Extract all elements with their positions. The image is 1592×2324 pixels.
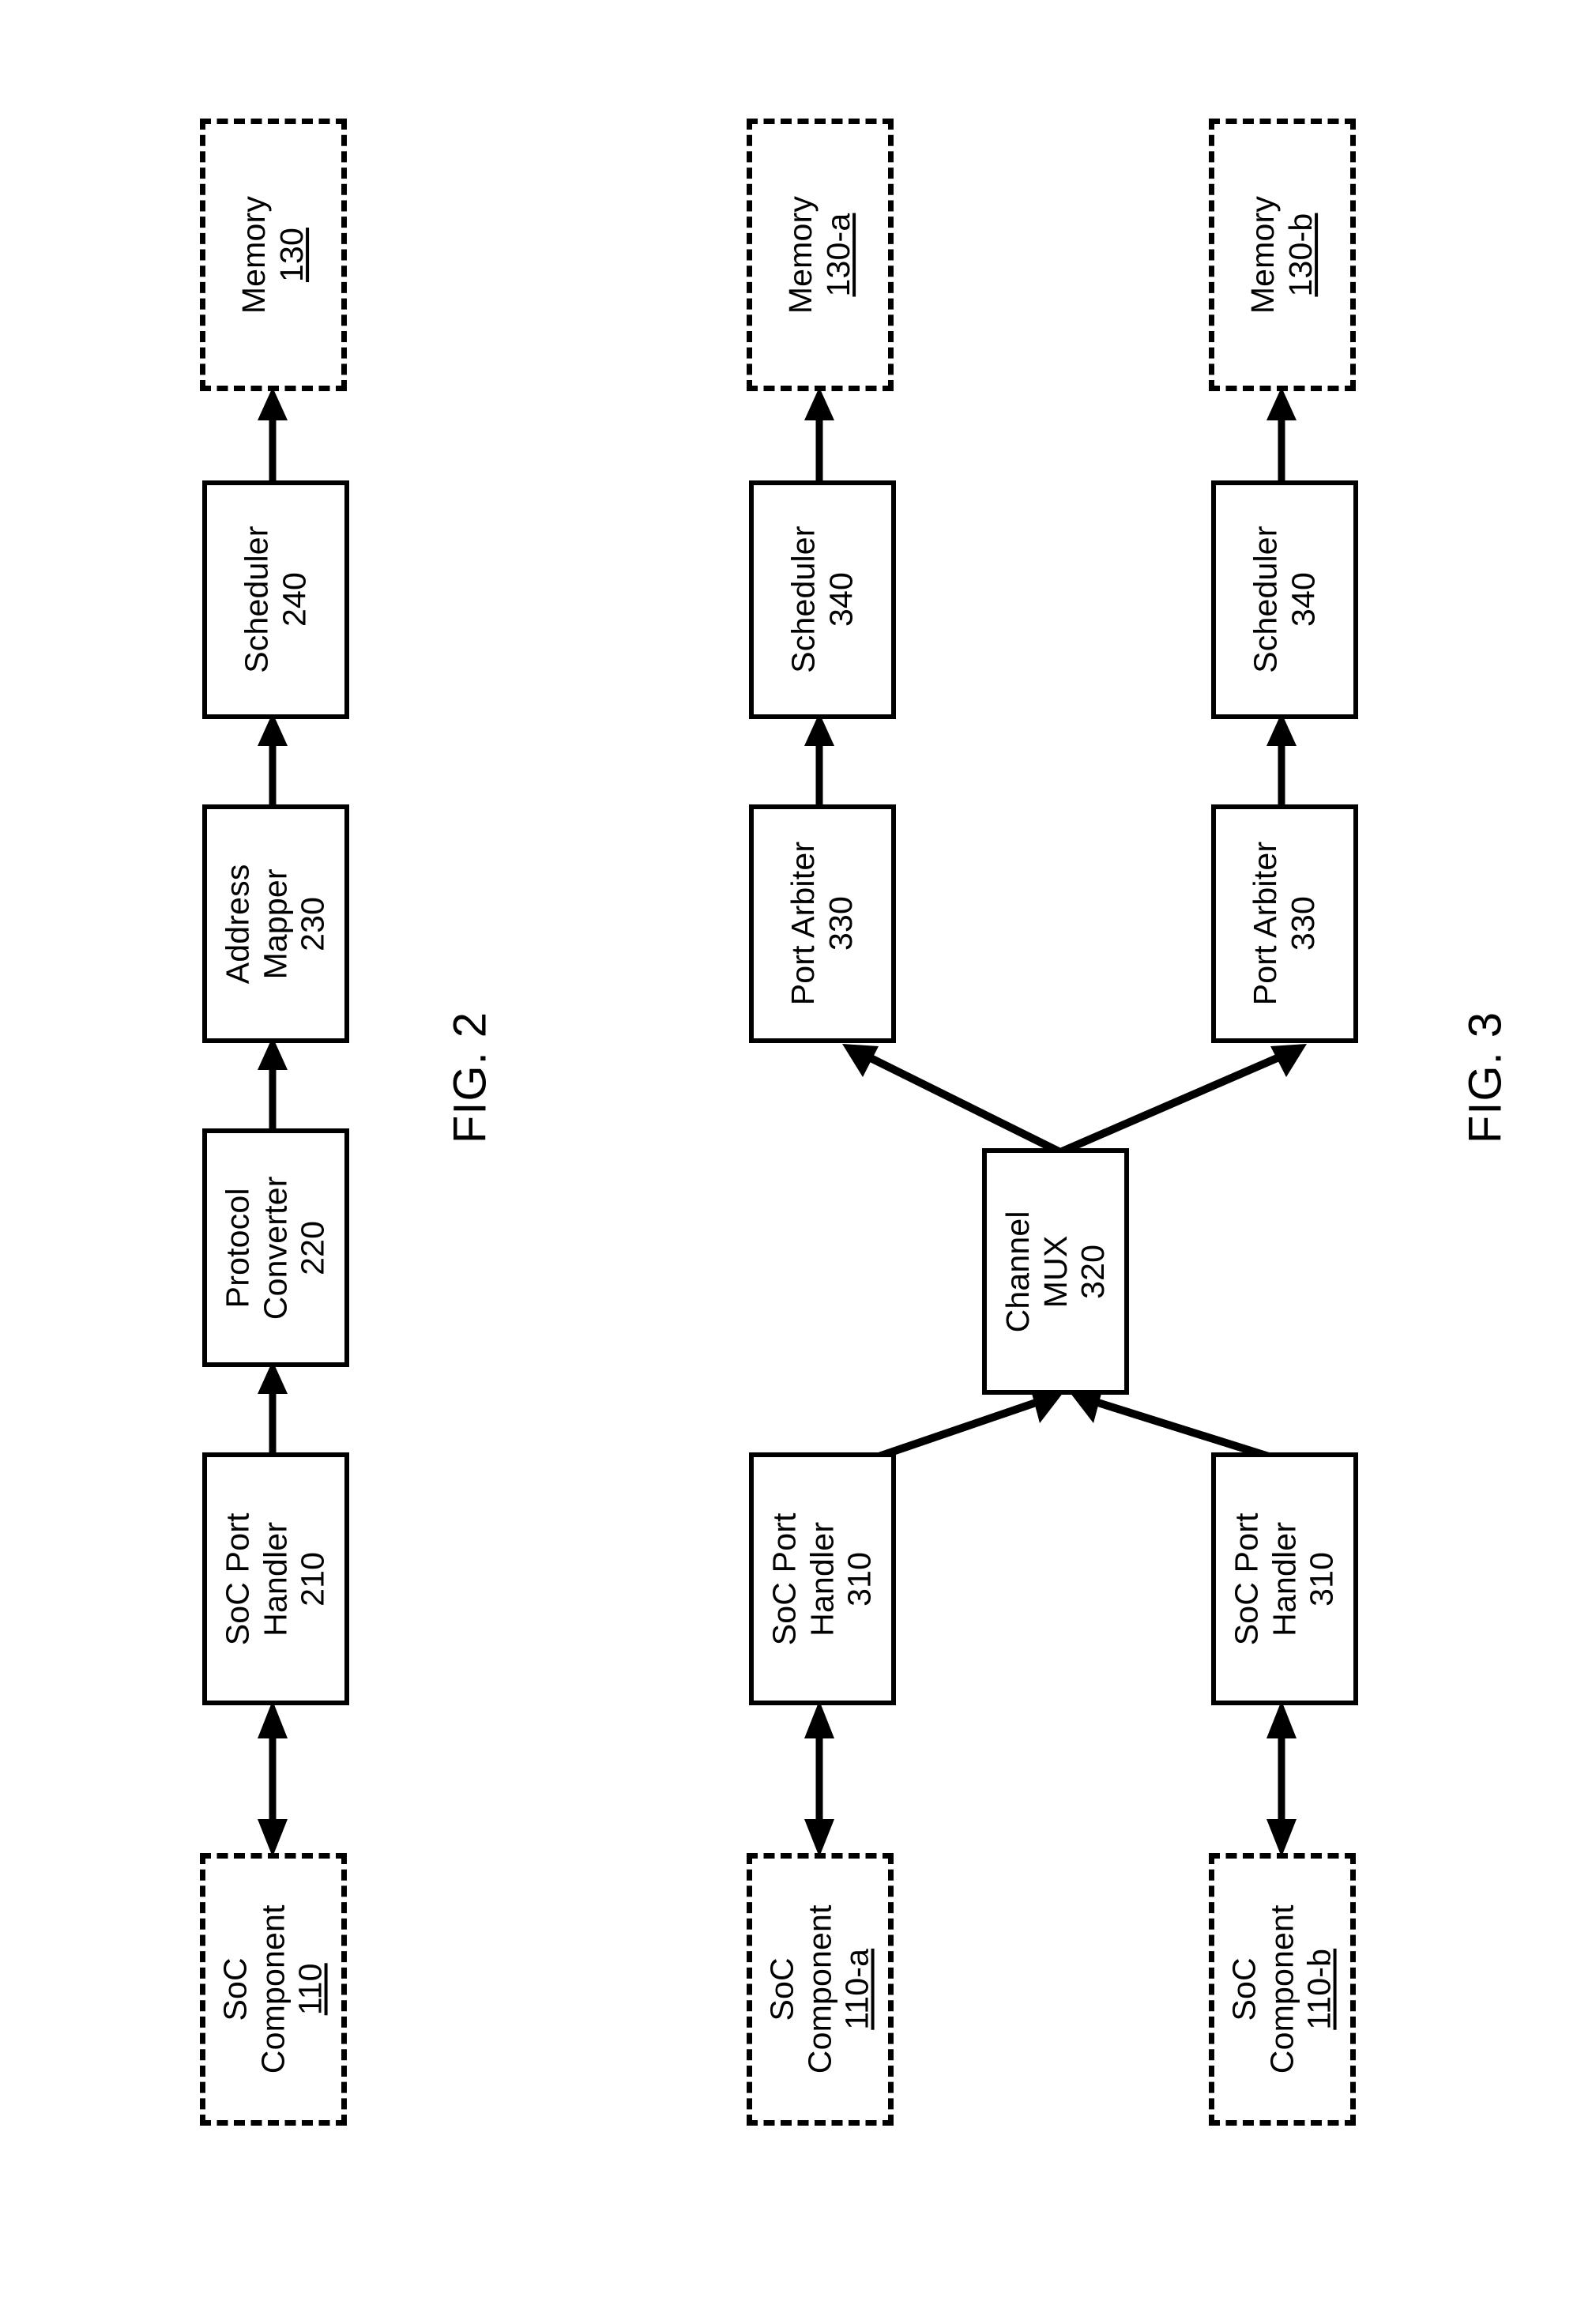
- fig3-scheduler-b-title: Scheduler: [1247, 525, 1284, 674]
- fig2-scheduler-label: Scheduler 240: [238, 526, 313, 673]
- fig3-caption: FIG. 3: [1459, 1011, 1511, 1144]
- fig3-memory-b-title: Memory: [1244, 195, 1282, 315]
- fig2-scheduler-block: Scheduler 240: [202, 480, 349, 719]
- fig3-port-arbiter-b-ref: 330: [1285, 896, 1322, 951]
- fig2-caption: FIG. 2: [444, 1011, 496, 1144]
- fig3-soc-port-handler-b-title-2: Handler: [1266, 1521, 1303, 1637]
- fig3-channel-mux-block: Channel MUX 320: [982, 1148, 1129, 1395]
- fig3-scheduler-a-ref: 340: [822, 572, 860, 627]
- fig2-scheduler-to-memory-arrow: [245, 386, 300, 485]
- fig3-scheduler-a-to-memory-a-arrow: [792, 386, 847, 485]
- fig3-memory-a-title: Memory: [782, 195, 819, 315]
- fig2-address-mapper-block: Address Mapper 230: [202, 804, 349, 1043]
- fig2-soc-component-title-2: Component: [254, 1904, 292, 2074]
- fig3-soc-component-b-ref: 110-b: [1300, 1949, 1338, 2030]
- fig3-soc-component-a-ref: 110-a: [838, 1949, 875, 2030]
- fig3-channel-mux-to-port-arbiter-fan: [806, 1027, 1343, 1162]
- fig2-soc-port-handler-to-protocol-converter-arrow: [245, 1359, 300, 1457]
- fig3-port-arbiter-a-title: Port Arbiter: [785, 842, 822, 1006]
- fig3-soc-component-a-block: SoC Component 110-a: [747, 1853, 894, 2126]
- fig3-port-arbiter-a-to-scheduler-a-arrow: [792, 711, 847, 809]
- fig3-soc-component-b-title-2: Component: [1263, 1904, 1300, 2074]
- fig3-port-arbiter-b-title: Port Arbiter: [1247, 842, 1284, 1006]
- fig2-soc-port-handler-title-1: SoC Port: [219, 1512, 256, 1645]
- fig2-soc-component-label: SoC Component 110: [217, 1905, 330, 2074]
- fig2-memory-label: Memory 130: [235, 196, 310, 314]
- fig3-soc-component-a-title-1: SoC: [763, 1957, 800, 2021]
- fig3-memory-b-label: Memory 130-b: [1244, 196, 1319, 314]
- fig2-soc-port-handler-ref: 210: [294, 1551, 331, 1606]
- fig3-port-arbiter-b-to-scheduler-b-arrow: [1254, 711, 1309, 809]
- fig2-soc-port-handler-label: SoC Port Handler 210: [220, 1512, 333, 1645]
- fig2-memory-title: Memory: [235, 195, 273, 315]
- fig3-port-arbiter-b-label: Port Arbiter 330: [1247, 842, 1322, 1005]
- fig3-memory-b-ref: 130-b: [1282, 213, 1319, 297]
- fig3-scheduler-b-to-memory-b-arrow: [1254, 386, 1309, 485]
- fig3-memory-a-label: Memory 130-a: [782, 196, 857, 314]
- fig3-memory-a-ref: 130-a: [819, 213, 856, 297]
- fig3-scheduler-b-block: Scheduler 340: [1211, 480, 1358, 719]
- fig3-soc-port-handler-b-label: SoC Port Handler 310: [1229, 1512, 1342, 1645]
- fig3-memory-b-block: Memory 130-b: [1209, 119, 1356, 391]
- fig3-soc-component-a-to-soc-port-handler-a-arrow: [792, 1699, 847, 1859]
- fig3-soc-component-a-label: SoC Component 110-a: [764, 1905, 877, 2074]
- fig3-scheduler-b-label: Scheduler 340: [1247, 526, 1322, 673]
- fig2-scheduler-title: Scheduler: [238, 525, 275, 674]
- fig2-soc-component-title-1: SoC: [216, 1957, 254, 2021]
- fig2-scheduler-ref: 240: [276, 572, 313, 627]
- fig2-protocol-converter-block: Protocol Converter 220: [202, 1128, 349, 1367]
- fig3-channel-mux-ref: 320: [1074, 1244, 1111, 1299]
- fig2-protocol-converter-to-address-mapper-arrow: [245, 1035, 300, 1133]
- fig2-address-mapper-ref: 230: [294, 896, 331, 951]
- fig2-address-mapper-title-1: Address: [219, 864, 256, 984]
- fig2-protocol-converter-ref: 220: [294, 1220, 331, 1275]
- fig3-scheduler-a-label: Scheduler 340: [785, 526, 860, 673]
- fig3-port-arbiter-a-block: Port Arbiter 330: [749, 804, 896, 1043]
- fig2-soc-component-ref: 110: [292, 1963, 329, 2016]
- fig3-soc-component-b-block: SoC Component 110-b: [1209, 1853, 1356, 2126]
- fig2-protocol-converter-title-1: Protocol: [219, 1187, 256, 1308]
- fig3-port-arbiter-a-label: Port Arbiter 330: [785, 842, 860, 1005]
- fig3-scheduler-a-block: Scheduler 340: [749, 480, 896, 719]
- fig2-address-mapper-to-scheduler-arrow: [245, 711, 300, 809]
- fig3-soc-port-handler-a-label: SoC Port Handler 310: [766, 1512, 879, 1645]
- fig2-address-mapper-title-2: Mapper: [257, 868, 294, 980]
- fig3-soc-component-b-title-1: SoC: [1225, 1957, 1263, 2021]
- fig3-memory-a-block: Memory 130-a: [747, 119, 894, 391]
- fig3-soc-port-handler-b-block: SoC Port Handler 310: [1211, 1452, 1358, 1705]
- fig2-protocol-converter-title-2: Converter: [257, 1176, 294, 1320]
- fig3-soc-port-handler-a-title-2: Handler: [804, 1521, 841, 1637]
- fig3-soc-port-handler-a-block: SoC Port Handler 310: [749, 1452, 896, 1705]
- fig3-channel-mux-label: Channel MUX 320: [999, 1211, 1112, 1332]
- fig2-soc-component-to-soc-port-handler-arrow: [245, 1699, 300, 1859]
- fig2-soc-port-handler-block: SoC Port Handler 210: [202, 1452, 349, 1705]
- fig3-soc-port-handler-a-title-1: SoC Port: [766, 1512, 803, 1645]
- fig3-soc-component-b-label: SoC Component 110-b: [1226, 1905, 1339, 2074]
- fig2-address-mapper-label: Address Mapper 230: [220, 864, 333, 984]
- fig3-soc-port-handler-b-ref: 310: [1303, 1551, 1340, 1606]
- fig3-scheduler-a-title: Scheduler: [785, 525, 822, 674]
- fig3-soc-port-handler-b-title-1: SoC Port: [1228, 1512, 1265, 1645]
- fig3-channel-mux-title-1: Channel: [999, 1210, 1036, 1333]
- fig3-soc-component-b-to-soc-port-handler-b-arrow: [1254, 1699, 1309, 1859]
- fig3-port-arbiter-b-block: Port Arbiter 330: [1211, 804, 1358, 1043]
- fig3-channel-mux-title-2: MUX: [1037, 1235, 1074, 1308]
- fig3-soc-component-a-title-2: Component: [801, 1904, 838, 2074]
- fig3-port-arbiter-a-ref: 330: [822, 896, 860, 951]
- fig2-soc-port-handler-title-2: Handler: [257, 1521, 294, 1637]
- fig2-soc-component-block: SoC Component 110: [200, 1853, 347, 2126]
- patent-figure-sheet: Memory 130 Scheduler 240 Address Mapper …: [0, 0, 1592, 2324]
- fig3-soc-port-handler-a-ref: 310: [841, 1551, 878, 1606]
- fig2-protocol-converter-label: Protocol Converter 220: [220, 1176, 333, 1320]
- fig2-memory-ref: 130: [273, 227, 310, 283]
- fig2-memory-block: Memory 130: [200, 119, 347, 391]
- fig3-scheduler-b-ref: 340: [1285, 572, 1322, 627]
